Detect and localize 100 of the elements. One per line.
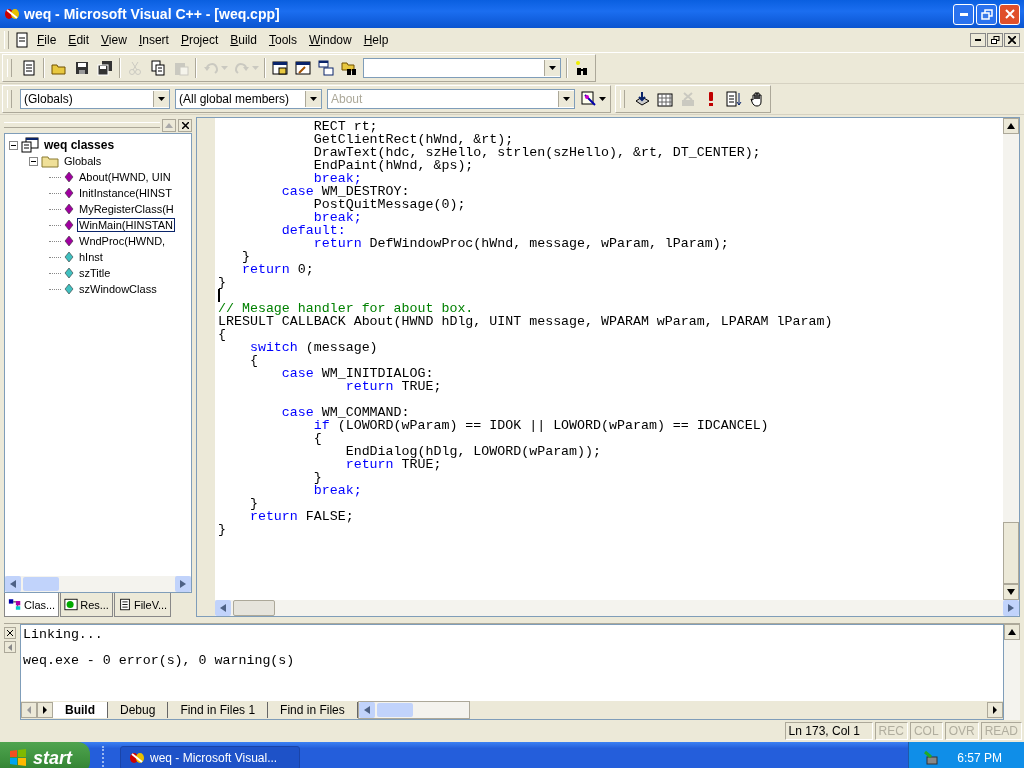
tree-item[interactable]: InitInstance(HINST — [77, 186, 174, 200]
members-combo[interactable]: (All global members) — [175, 89, 322, 109]
output-tab[interactable]: Find in Files — [268, 702, 358, 718]
code-line: case WM_COMMAND: — [280, 406, 411, 419]
infinity-icon — [4, 7, 20, 21]
start-button[interactable]: start — [0, 742, 90, 768]
floppy-icon[interactable] — [73, 60, 91, 76]
code-line: PostQuitMessage(0); — [312, 198, 467, 211]
cube-icon — [64, 283, 74, 295]
close-icon — [7, 630, 13, 636]
code-line: return FALSE; — [248, 510, 355, 523]
code-line: if (LOWORD(wParam) == IDOK || LOWORD(wParam) == IDCANCEL) — [312, 419, 770, 432]
scroll-thumb[interactable] — [233, 600, 275, 616]
close-button[interactable] — [1004, 33, 1020, 47]
close-icon — [1008, 36, 1016, 44]
status-indicator: REC — [874, 722, 908, 740]
minimize-button[interactable] — [970, 33, 986, 47]
classes-icon — [8, 598, 22, 611]
close-icon — [1004, 9, 1015, 19]
tree-item[interactable]: About(HWND, UIN — [77, 170, 173, 184]
tree-item[interactable]: szWindowClass — [77, 282, 159, 296]
horizontal-scrollbar[interactable] — [215, 600, 1019, 616]
right-arrow-icon[interactable] — [1008, 604, 1014, 612]
menu-item[interactable]: Edit — [63, 31, 95, 49]
up-arrow-icon[interactable] — [1008, 629, 1016, 635]
menu-item[interactable]: Tools — [263, 31, 302, 49]
find-combo[interactable] — [363, 58, 561, 78]
code-line: case WM_INITDIALOG: — [280, 367, 435, 380]
code-line: { — [218, 328, 227, 341]
cube-icon — [64, 251, 74, 263]
vertical-scrollbar[interactable] — [1004, 624, 1020, 720]
caret-icon[interactable] — [599, 97, 606, 101]
output-tab[interactable]: Find in Files 1 — [168, 702, 269, 718]
code-editor[interactable] — [196, 117, 1020, 617]
left-arrow-icon[interactable] — [10, 580, 16, 588]
menu-item[interactable]: File — [32, 31, 62, 49]
list-arrow-icon[interactable] — [725, 91, 743, 107]
code-line: RECT rt; — [312, 120, 378, 133]
document-icon[interactable] — [14, 32, 30, 48]
scroll-thumb[interactable] — [23, 577, 59, 591]
horizontal-scrollbar[interactable] — [5, 576, 191, 592]
code-line: return TRUE; — [344, 458, 442, 471]
tree-item[interactable]: weq classes — [42, 137, 117, 153]
restore-button[interactable] — [987, 33, 1003, 47]
right-arrow-icon — [993, 706, 997, 714]
cursor-position: Ln 173, Col 1 — [784, 722, 873, 740]
menu-item[interactable]: Insert — [133, 31, 174, 49]
collapse-icon[interactable] — [29, 156, 38, 166]
restore-icon — [980, 8, 993, 20]
tree-item[interactable]: WndProc(HWND, — [77, 234, 168, 248]
output-tab[interactable]: Build — [53, 702, 108, 718]
close-button[interactable] — [4, 627, 16, 639]
status-indicator: OVR — [944, 722, 979, 740]
panel-tab[interactable]: FileV... — [113, 593, 172, 617]
code-line: return TRUE; — [344, 380, 443, 393]
left-arrow-icon[interactable] — [363, 706, 370, 714]
window-pane-icon[interactable] — [271, 60, 289, 76]
output-tab[interactable]: Debug — [108, 702, 169, 718]
code-line: } — [248, 497, 259, 510]
copy-icon[interactable] — [149, 60, 167, 76]
up-arrow-icon[interactable] — [1007, 123, 1015, 129]
tree-item[interactable]: Globals — [62, 154, 104, 168]
tree-item[interactable]: hInst — [77, 250, 105, 264]
code-line: } — [240, 250, 251, 263]
horizontal-scrollbar[interactable] — [357, 701, 470, 719]
windows-icon[interactable] — [317, 60, 335, 76]
flag-icon — [8, 748, 28, 768]
code-line: break; — [312, 484, 363, 497]
tree-item[interactable]: szTitle — [77, 266, 113, 280]
tree-item[interactable]: WinMain(HINSTAN — [77, 218, 175, 232]
taskbar-button[interactable]: weq - Microsoft Visual... — [120, 746, 300, 768]
document-icon[interactable] — [20, 60, 38, 76]
right-arrow-icon[interactable] — [180, 580, 186, 588]
window-tool-icon[interactable] — [294, 60, 312, 76]
wand-icon[interactable] — [580, 91, 598, 107]
floppies-icon[interactable] — [96, 60, 114, 76]
left-arrow-icon[interactable] — [220, 604, 226, 612]
down-arrow-icon[interactable] — [1007, 589, 1015, 595]
class-combo[interactable]: (Globals) — [20, 89, 170, 109]
panel-tab[interactable]: Res... — [60, 593, 113, 617]
restore-icon — [990, 36, 1000, 44]
panel-tab[interactable]: Clas... — [4, 593, 60, 617]
grid-icon[interactable] — [656, 91, 674, 107]
menu-item[interactable]: Window — [304, 31, 357, 49]
menu-item[interactable]: Help — [358, 31, 394, 49]
scroll-right-button[interactable] — [37, 702, 53, 718]
scroll-thumb[interactable] — [376, 703, 413, 717]
caret-icon — [563, 97, 570, 101]
collapse-icon[interactable] — [9, 140, 18, 150]
code-line: switch (message) — [248, 341, 379, 354]
scroll-thumb[interactable] — [1003, 522, 1019, 584]
tree-item[interactable]: MyRegisterClass(H — [77, 202, 176, 216]
vertical-scrollbar[interactable] — [1003, 118, 1019, 600]
scroll-right-button[interactable] — [987, 702, 1003, 718]
folder-binoculars-icon[interactable] — [340, 60, 358, 76]
stack-arrow-icon[interactable] — [633, 91, 651, 107]
menu-item[interactable]: Project — [175, 31, 224, 49]
menu-item[interactable]: Build — [225, 31, 262, 49]
close-button[interactable] — [178, 118, 192, 132]
menu-item[interactable]: View — [96, 31, 132, 49]
